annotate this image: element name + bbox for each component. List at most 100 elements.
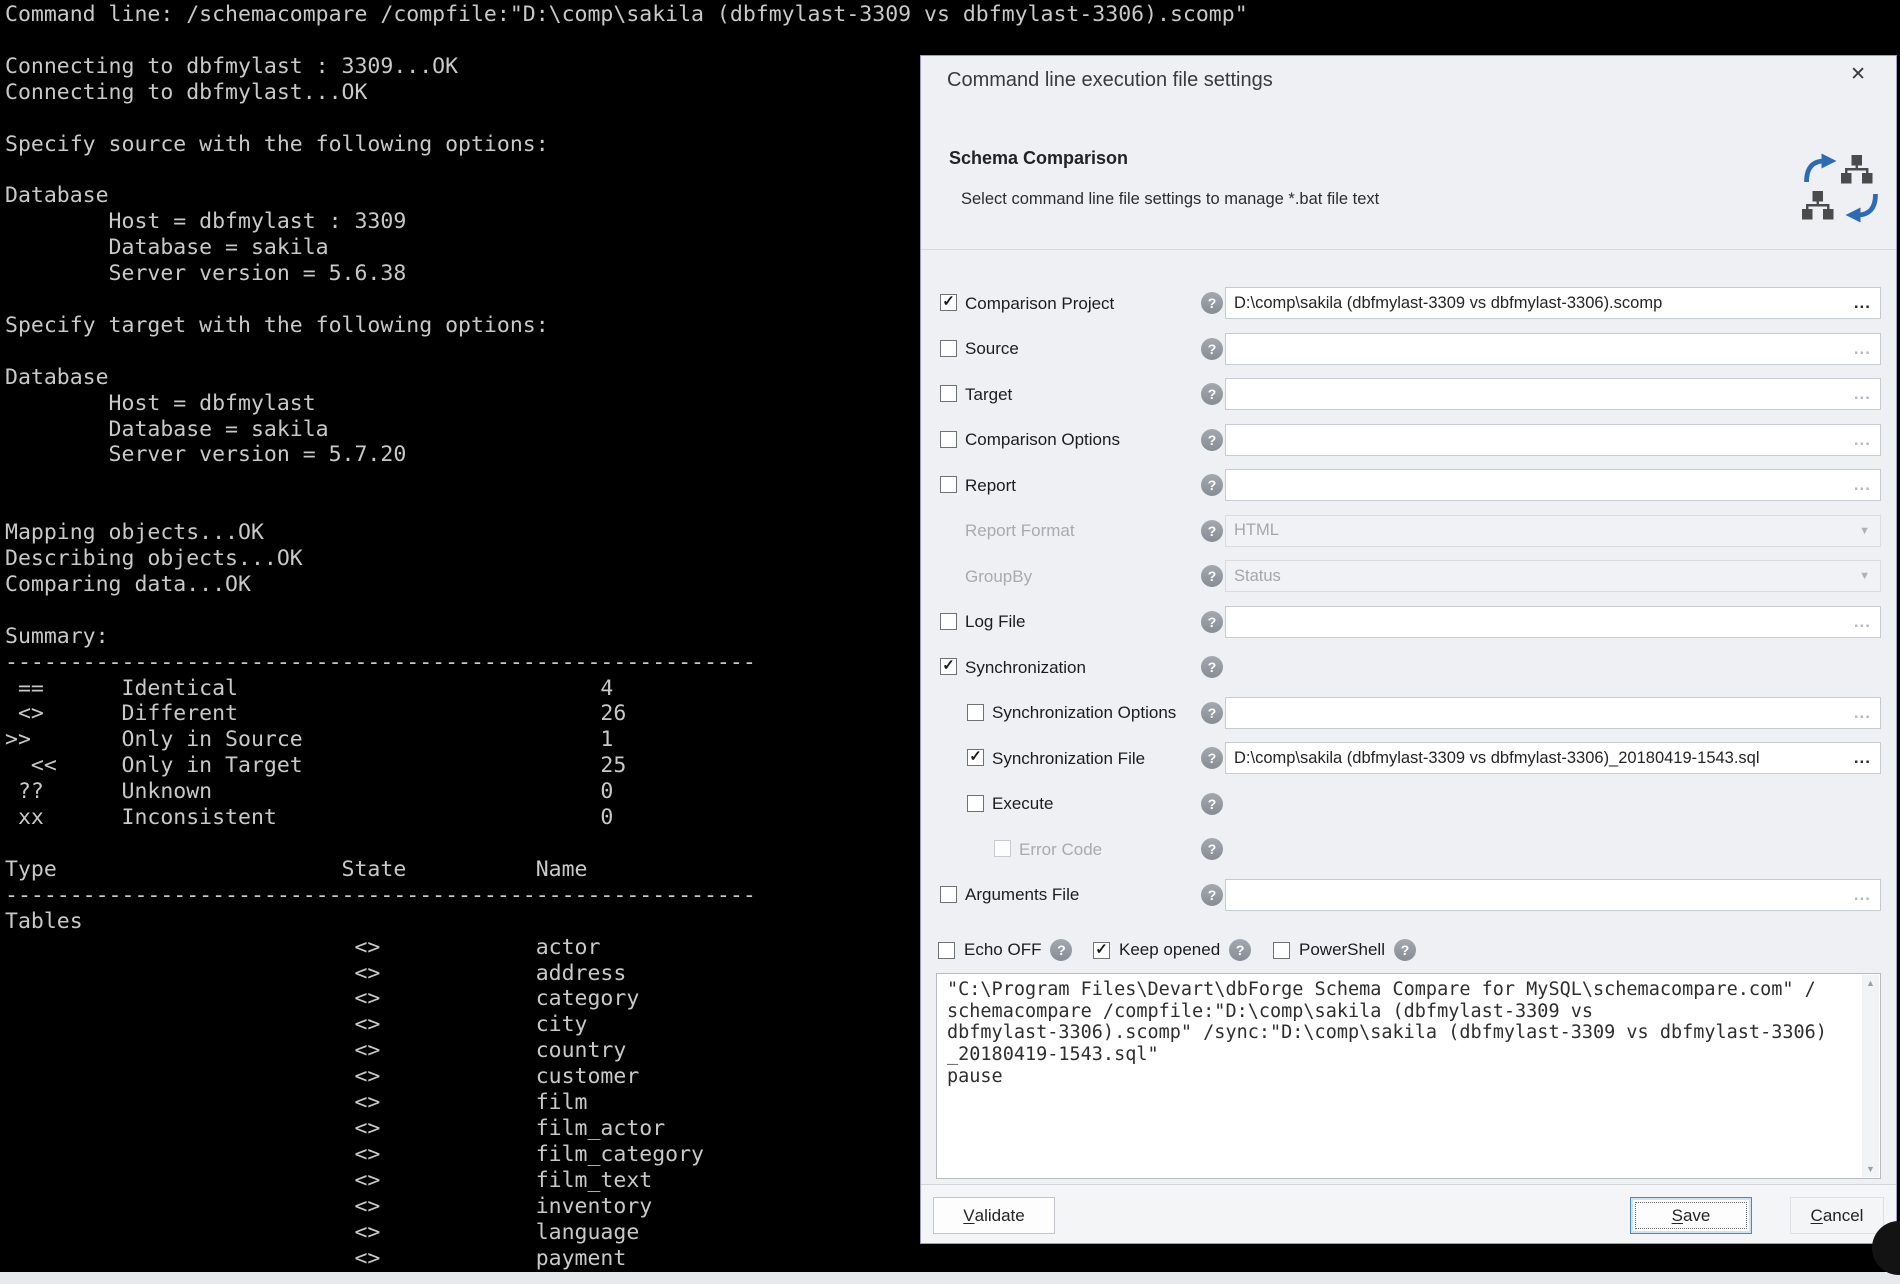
arguments-file-label: Arguments File — [965, 873, 1079, 918]
source-input[interactable]: ... — [1225, 333, 1881, 365]
groupby-dropdown: Status ▼ — [1225, 560, 1881, 592]
section-title: Schema Comparison — [949, 148, 1128, 169]
synchronization-file-input[interactable]: D:\comp\sakila (dbfmylast-3309 vs dbfmyl… — [1225, 742, 1881, 774]
report-input[interactable]: ... — [1225, 469, 1881, 501]
report-format-dropdown: HTML▼ — [1225, 515, 1881, 547]
comparison-options-browse-button[interactable]: ... — [1854, 425, 1871, 455]
help-icon[interactable]: ? — [1201, 884, 1223, 906]
log-file-browse-button[interactable]: ... — [1854, 607, 1871, 637]
chevron-down-icon: ▼ — [1859, 561, 1870, 591]
groupby-label: GroupBy — [965, 554, 1032, 599]
groupby-value: Status — [1234, 561, 1281, 591]
comparison-project-checkbox[interactable]: ✓ — [940, 294, 957, 311]
comparison-project-label: Comparison Project — [965, 281, 1114, 326]
synchronization-checkbox[interactable]: ✓ — [940, 658, 957, 675]
row-report: Report?... — [921, 463, 1881, 508]
option-echo-off: Echo OFF? — [938, 937, 1072, 963]
target-input[interactable]: ... — [1225, 378, 1881, 410]
keep-opened-label: Keep opened — [1119, 940, 1220, 960]
comparison-options-checkbox[interactable] — [940, 431, 957, 448]
row-execute: Execute? — [921, 782, 1881, 827]
source-browse-button[interactable]: ... — [1854, 334, 1871, 364]
row-report-format: Report Format?HTML▼ — [921, 509, 1881, 554]
source-checkbox[interactable] — [940, 340, 957, 357]
row-synchronization: ✓ Synchronization? — [921, 645, 1881, 690]
textarea-scrollbar[interactable]: ▲ ▼ — [1862, 975, 1879, 1177]
scroll-up-icon[interactable]: ▲ — [1862, 975, 1879, 991]
help-icon[interactable]: ? — [1394, 939, 1416, 961]
row-synchronization-file: ✓ Synchronization File? D:\comp\sakila (db… — [921, 736, 1881, 781]
dialog-footer: Validate Save Cancel — [921, 1184, 1896, 1243]
synchronization-options-input[interactable]: ... — [1225, 697, 1881, 729]
help-icon[interactable]: ? — [1201, 611, 1223, 633]
help-icon[interactable]: ? — [1201, 747, 1223, 769]
synchronization-options-label: Synchronization Options — [992, 691, 1176, 736]
help-icon[interactable]: ? — [1201, 383, 1223, 405]
comparison-project-input[interactable]: D:\comp\sakila (dbfmylast-3309 vs dbfmyl… — [1225, 287, 1881, 319]
synchronization-label: Synchronization — [965, 645, 1086, 690]
help-icon[interactable]: ? — [1050, 939, 1072, 961]
option-keep-opened: ✓ Keep opened? — [1093, 937, 1251, 963]
target-checkbox[interactable] — [940, 385, 957, 402]
execute-checkbox[interactable] — [967, 795, 984, 812]
execute-label: Execute — [992, 782, 1053, 827]
comparison-project-browse-button[interactable]: ... — [1854, 288, 1871, 318]
arguments-file-checkbox[interactable] — [940, 886, 957, 903]
help-icon[interactable]: ? — [1201, 702, 1223, 724]
row-groupby: GroupBy? Status ▼ — [921, 554, 1881, 599]
dialog-title[interactable]: Command line execution file settings — [947, 69, 1273, 92]
window-edge — [0, 1272, 1900, 1284]
log-file-checkbox[interactable] — [940, 613, 957, 630]
powershell-checkbox[interactable] — [1273, 942, 1290, 959]
help-icon[interactable]: ? — [1201, 565, 1223, 587]
arguments-file-input[interactable]: ... — [1225, 879, 1881, 911]
log-file-input[interactable]: ... — [1225, 606, 1881, 638]
target-browse-button[interactable]: ... — [1854, 379, 1871, 409]
report-browse-button[interactable]: ... — [1854, 470, 1871, 500]
error-code-label: Error Code — [1019, 827, 1102, 872]
help-icon[interactable]: ? — [1201, 838, 1223, 860]
report-format-label: Report Format — [965, 509, 1075, 554]
bat-file-text[interactable]: "C:\Program Files\Devart\dbForge Schema … — [937, 974, 1880, 1178]
arguments-file-browse-button[interactable]: ... — [1854, 880, 1871, 910]
report-label: Report — [965, 463, 1016, 508]
help-icon[interactable]: ? — [1201, 656, 1223, 678]
command-line-settings-dialog: Command line execution file settings ✕ S… — [920, 55, 1897, 1244]
row-synchronization-options: Synchronization Options?... — [921, 691, 1881, 736]
row-error-code: Error Code? — [921, 827, 1881, 872]
option-powershell: PowerShell? — [1273, 937, 1416, 963]
close-icon[interactable]: ✕ — [1850, 65, 1866, 84]
help-icon[interactable]: ? — [1201, 429, 1223, 451]
powershell-label: PowerShell — [1299, 940, 1385, 960]
validate-button[interactable]: Validate — [933, 1197, 1055, 1234]
comparison-options-input[interactable]: ... — [1225, 424, 1881, 456]
save-button[interactable]: Save — [1630, 1197, 1752, 1234]
synchronization-file-checkbox[interactable]: ✓ — [967, 749, 984, 766]
help-icon[interactable]: ? — [1201, 520, 1223, 542]
bat-file-text-area[interactable]: "C:\Program Files\Devart\dbForge Schema … — [936, 973, 1881, 1179]
cancel-button[interactable]: Cancel — [1790, 1197, 1884, 1234]
synchronization-file-value: D:\comp\sakila (dbfmylast-3309 vs dbfmyl… — [1234, 743, 1760, 773]
source-label: Source — [965, 327, 1019, 372]
keep-opened-checkbox[interactable]: ✓ — [1093, 942, 1110, 959]
row-log-file: Log File?... — [921, 600, 1881, 645]
scroll-down-icon[interactable]: ▼ — [1862, 1161, 1879, 1177]
echo-off-checkbox[interactable] — [938, 942, 955, 959]
comparison-project-value: D:\comp\sakila (dbfmylast-3309 vs dbfmyl… — [1234, 288, 1662, 318]
synchronization-options-browse-button[interactable]: ... — [1854, 698, 1871, 728]
header-divider — [921, 249, 1896, 250]
schema-comparison-icon — [1802, 152, 1880, 224]
help-icon[interactable]: ? — [1201, 338, 1223, 360]
report-format-value: HTML — [1234, 516, 1279, 546]
synchronization-file-label: Synchronization File — [992, 736, 1145, 781]
report-checkbox[interactable] — [940, 476, 957, 493]
help-icon[interactable]: ? — [1201, 793, 1223, 815]
synchronization-file-browse-button[interactable]: ... — [1854, 743, 1871, 773]
row-comparison-options: Comparison Options?... — [921, 418, 1881, 463]
synchronization-options-checkbox[interactable] — [967, 704, 984, 721]
help-icon[interactable]: ? — [1201, 474, 1223, 496]
row-source: Source?... — [921, 327, 1881, 372]
section-subtitle: Select command line file settings to man… — [961, 190, 1379, 209]
help-icon[interactable]: ? — [1201, 292, 1223, 314]
help-icon[interactable]: ? — [1229, 939, 1251, 961]
